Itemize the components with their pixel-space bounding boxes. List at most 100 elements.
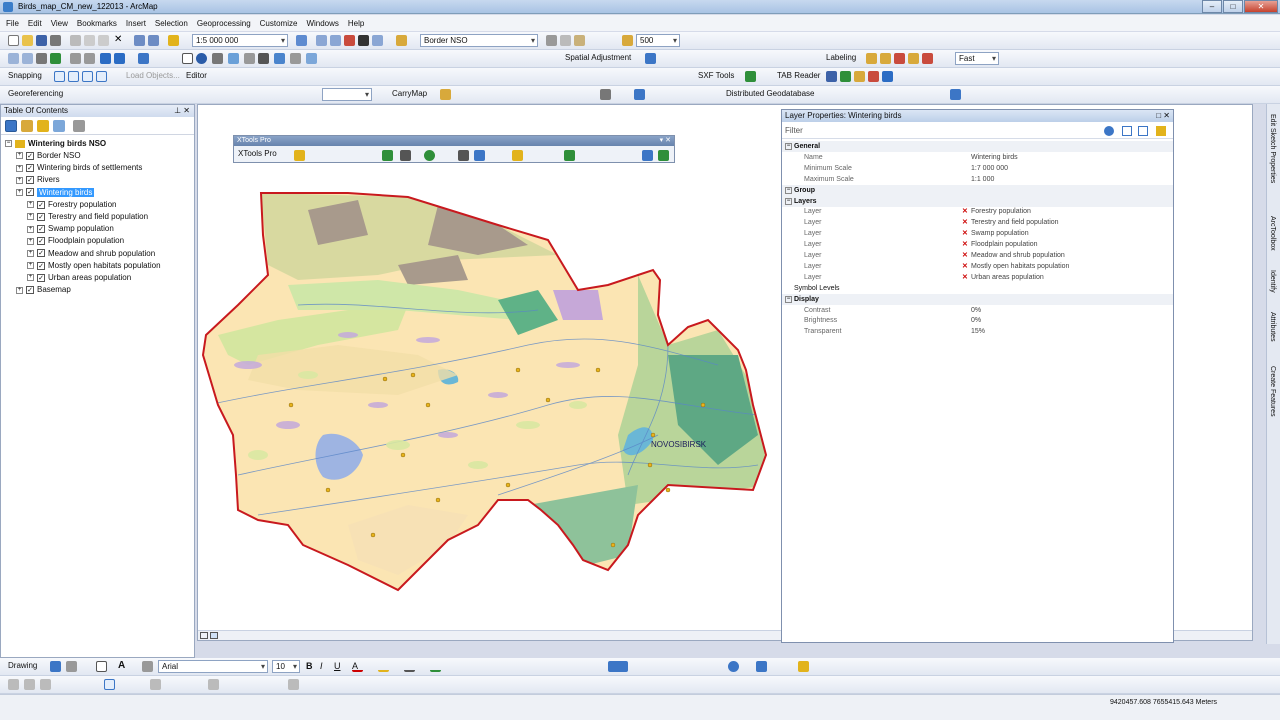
tab-create-features[interactable]: Create Features (1269, 366, 1276, 417)
category-group[interactable]: − Group (782, 184, 1173, 196)
marker-color-icon[interactable] (430, 661, 441, 672)
toc-root-group[interactable]: − Wintering birds NSO (5, 138, 106, 149)
layout-tool-icon[interactable] (608, 661, 628, 672)
draw-tool-icon[interactable] (104, 679, 115, 690)
property-layer-row[interactable]: Layer ✕ Urban areas population (782, 272, 1173, 283)
tab-style-icon[interactable] (854, 71, 865, 82)
toc-layer-row[interactable]: + ✓ Border NSO (16, 150, 81, 161)
xtools-tool-icon[interactable] (642, 150, 653, 161)
toc-layer-row[interactable]: + ✓ Floodplain population (27, 235, 124, 246)
tab-color-icon[interactable] (868, 71, 879, 82)
draw-tool-icon[interactable] (8, 679, 19, 690)
tool-icon[interactable] (546, 35, 557, 46)
property-layer-row[interactable]: Layer ✕ Mostly open habitats population (782, 261, 1173, 272)
forward-extent-icon[interactable] (114, 53, 125, 64)
property-name[interactable]: Name Wintering birds (782, 152, 1173, 163)
remove-layer-icon[interactable]: ✕ (962, 228, 968, 239)
font-size-combo[interactable]: 10 (272, 660, 300, 673)
tab-edit-sketch-properties[interactable]: Edit Sketch Properties (1269, 114, 1276, 183)
menu-edit[interactable]: Edit (28, 19, 42, 28)
expand-icon[interactable]: + (16, 188, 23, 196)
tool-icon[interactable] (560, 35, 571, 46)
collapse-icon[interactable]: − (785, 143, 792, 150)
pause-labeling-icon[interactable] (922, 53, 933, 64)
pin-icon[interactable]: ⊥ ✕ (174, 105, 190, 117)
font-combo[interactable]: Arial (158, 660, 268, 673)
visibility-checkbox[interactable]: ✓ (37, 200, 45, 209)
viewer-window-icon[interactable] (306, 53, 317, 64)
visibility-checkbox[interactable]: ✓ (37, 212, 45, 221)
label-priority-icon[interactable] (880, 53, 891, 64)
zoom-out-icon[interactable] (22, 53, 33, 64)
drawing-menu[interactable]: Drawing (8, 661, 37, 670)
extent-icon[interactable] (634, 89, 645, 100)
draw-tool-icon[interactable] (208, 679, 219, 690)
sxf-import-icon[interactable] (745, 71, 756, 82)
visibility-checkbox[interactable]: ✓ (26, 286, 34, 295)
collapse-icon[interactable]: − (785, 295, 792, 303)
expand-icon[interactable]: + (27, 225, 34, 233)
time-slider-icon[interactable] (290, 53, 301, 64)
property-maximum-scale[interactable]: Maximum Scale 1:1 000 (782, 174, 1173, 185)
remove-layer-icon[interactable]: ✕ (962, 239, 968, 250)
property-transparent[interactable]: Transparent 15% (782, 326, 1173, 337)
replica-icon[interactable] (950, 89, 961, 100)
tab-identify[interactable]: Identify (1269, 270, 1276, 293)
property-layer-row[interactable]: Layer ✕ Meadow and shrub population (782, 250, 1173, 261)
georeferencing-menu[interactable]: Georeferencing (8, 89, 63, 98)
cut-icon[interactable] (70, 35, 81, 46)
xtools-tool-icon[interactable] (458, 150, 469, 161)
draw-tool-icon[interactable] (150, 679, 161, 690)
list-by-selection-icon[interactable] (53, 120, 65, 132)
tab-layer-icon[interactable] (840, 71, 851, 82)
full-extent-icon[interactable] (50, 53, 61, 64)
italic-icon[interactable]: I (320, 661, 331, 672)
xtools-tool-icon[interactable] (512, 150, 523, 161)
flag-icon[interactable] (798, 661, 809, 672)
xtools-tool-icon[interactable] (294, 150, 305, 161)
property-contrast[interactable]: Contrast 0% (782, 305, 1173, 316)
expand-icon[interactable]: + (27, 213, 34, 221)
xtools-tool-icon[interactable] (564, 150, 575, 161)
edge-snap-icon[interactable] (96, 71, 107, 82)
rotate-icon[interactable] (66, 661, 77, 672)
html-popup-icon[interactable] (274, 53, 285, 64)
toc-layer-row[interactable]: + ✓ Meadow and shrub population (27, 248, 155, 259)
visibility-checkbox[interactable]: ✓ (26, 164, 34, 173)
tab-reader-menu[interactable]: TAB Reader (777, 71, 820, 80)
data-view-icon[interactable] (210, 632, 218, 639)
paste-icon[interactable] (98, 35, 109, 46)
expand-icon[interactable]: + (16, 176, 23, 184)
undo-icon[interactable] (134, 35, 145, 46)
remove-layer-icon[interactable]: ✕ (962, 217, 968, 228)
menu-bookmarks[interactable]: Bookmarks (77, 19, 117, 28)
bold-icon[interactable]: B (306, 661, 317, 672)
rectangle-icon[interactable] (96, 661, 107, 672)
visibility-checkbox[interactable]: ✓ (26, 176, 34, 185)
label-manager-icon[interactable] (866, 53, 877, 64)
layer-combo[interactable]: Border NSO (420, 34, 538, 47)
property-layer-row[interactable]: Layer ✕ Swamp population (782, 228, 1173, 239)
tab-attributes[interactable]: Attributes (1269, 312, 1276, 342)
toc-layer-row[interactable]: + ✓ Swamp population (27, 223, 114, 234)
visibility-checkbox[interactable]: ✓ (37, 261, 45, 270)
property-brightness[interactable]: Brightness 0% (782, 315, 1173, 326)
xtools-tool-icon[interactable] (382, 150, 393, 161)
new-document-icon[interactable] (8, 35, 19, 46)
select-elements-icon[interactable] (182, 53, 193, 64)
collapse-icon[interactable]: − (5, 140, 12, 148)
minimize-button[interactable]: – (1202, 0, 1222, 13)
toc-layer-row[interactable]: + ✓ Urban areas population (27, 272, 131, 283)
labeling-menu[interactable]: Labeling (826, 53, 856, 62)
category-general[interactable]: − General (782, 141, 1173, 152)
collapse-icon[interactable]: − (785, 197, 792, 205)
remove-layer-icon[interactable]: ✕ (962, 261, 968, 272)
carrymap-export-icon[interactable] (440, 89, 451, 100)
menu-windows[interactable]: Windows (306, 19, 338, 28)
menu-geoprocessing[interactable]: Geoprocessing (197, 19, 251, 28)
list-by-visibility-icon[interactable] (37, 120, 49, 132)
refresh-icon[interactable] (1104, 126, 1114, 136)
xtools-tool-icon[interactable] (658, 150, 669, 161)
tab-arctoolbox[interactable]: ArcToolbox (1269, 216, 1276, 251)
visibility-checkbox[interactable]: ✓ (37, 237, 45, 246)
